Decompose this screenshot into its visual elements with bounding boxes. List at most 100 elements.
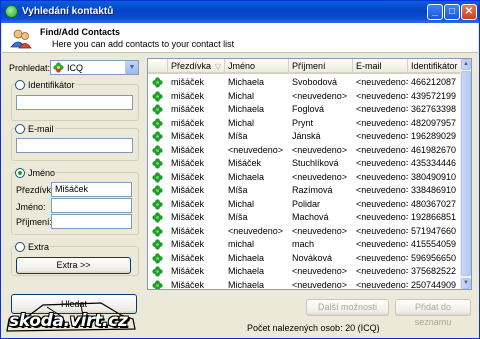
table-cell: 480367027 [411, 198, 457, 209]
table-row[interactable]: mišáček Michaela Foglová <neuvedeno> 3627633… [148, 103, 461, 117]
table-cell: <neuvedeno> [356, 90, 408, 101]
extra-button[interactable]: Extra >> [16, 257, 131, 274]
clover-icon [152, 104, 163, 115]
clover-icon [152, 279, 163, 289]
radio-circle[interactable] [15, 79, 25, 90]
first-name-label: Jméno: [16, 202, 46, 212]
sort-icon: ▽ [214, 62, 221, 71]
table-cell: <neuvedeno> [292, 144, 348, 155]
dialog-header: Find/Add Contacts Here you can add conta… [2, 23, 478, 53]
table-cell: 362763398 [411, 104, 457, 114]
table-row[interactable]: Mišáček Michaela <neuvedeno> <neuvedeno> 380… [148, 171, 461, 185]
clover-icon [152, 117, 163, 129]
table-row[interactable]: mišáček Michal <neuvedeno> <neuvedeno> 43957… [148, 90, 461, 104]
table-cell: Prynt [292, 117, 314, 128]
table-cell: 250744909 [411, 279, 457, 290]
table-cell: <neuvedeno> [356, 158, 408, 168]
email-label: E-mail [27, 124, 55, 134]
table-cell: mach [292, 239, 315, 249]
table-cell: Michaela [228, 171, 265, 182]
table-cell: Nováková [292, 252, 333, 263]
table-cell: Mišáček [171, 158, 205, 168]
table-cell: Michal [228, 90, 255, 101]
clover-icon [152, 144, 163, 156]
table-cell: <neuvedeno> [356, 266, 408, 276]
identifier-radio[interactable]: Identifikátor [15, 79, 76, 91]
table-cell: mišáček [171, 117, 205, 128]
extra-radio[interactable]: Extra [15, 241, 51, 253]
scroll-down-icon[interactable]: ▼ [461, 278, 471, 289]
table-cell: Mišáček [171, 131, 205, 141]
name-radio[interactable]: Jméno [15, 167, 57, 179]
column-header-first-name[interactable]: Jméno [225, 59, 289, 74]
add-to-list-button[interactable]: Přidat do seznamu [395, 299, 471, 327]
minimize-button[interactable]: _ [427, 4, 443, 20]
table-cell: Mišáček [171, 144, 205, 155]
vertical-scrollbar[interactable]: ▲ ▼ [460, 59, 471, 289]
table-cell: Míša [228, 185, 248, 195]
network-select[interactable]: ICQ ▼ [50, 60, 139, 75]
table-row[interactable]: Mišáček Michal Polidar <neuvedeno> 480367027 [148, 198, 461, 212]
header-subtitle: Here you can add contacts to your contac… [52, 39, 235, 49]
identifier-input[interactable] [16, 95, 133, 110]
table-row[interactable]: Mišáček Michaela <neuvedeno> <neuvedeno> 375… [148, 265, 461, 279]
results-table[interactable]: Přezdívka ▽ Jméno Příjmení E-mail Identi… [147, 58, 472, 290]
last-name-input[interactable] [51, 214, 132, 229]
scroll-thumb[interactable] [461, 71, 471, 276]
table-row[interactable]: Mišáček Michaela <neuvedeno> <neuvedeno> 250… [148, 279, 461, 290]
table-cell: <neuvedeno> [356, 252, 408, 263]
column-header-last-name[interactable]: Příjmení [289, 59, 353, 74]
table-row[interactable]: mišáček Michal Prynt <neuvedeno> 482097957 [148, 117, 461, 131]
network-value: ICQ [67, 63, 84, 73]
table-cell: Mišáček [171, 198, 205, 209]
table-row[interactable]: Mišáček Michaela Nováková <neuvedeno> 596956… [148, 252, 461, 266]
column-header-email[interactable]: E-mail [353, 59, 408, 74]
more-options-button[interactable]: Další možnosti [306, 299, 389, 316]
nick-input[interactable]: Mišáček [51, 182, 132, 197]
clover-icon [152, 90, 163, 102]
table-cell: Michaela [228, 104, 265, 114]
table-cell: Michal [228, 117, 255, 128]
scroll-up-icon[interactable]: ▲ [461, 59, 471, 70]
table-body: mišáček Michaela Svobodová <neuvedeno> 46621… [148, 76, 461, 290]
radio-circle[interactable] [15, 241, 25, 252]
table-cell: <neuvedeno> [292, 279, 348, 290]
last-name-label: Příjmení: [16, 217, 53, 227]
radio-circle[interactable] [15, 167, 25, 178]
close-button[interactable]: ✕ [461, 4, 477, 20]
table-cell: <neuvedeno> [356, 225, 408, 236]
email-input[interactable] [16, 138, 133, 153]
column-header-nick[interactable]: Přezdívka ▽ [168, 59, 225, 74]
clover-icon [152, 185, 163, 196]
email-radio[interactable]: E-mail [15, 123, 55, 135]
table-row[interactable]: Mišáček michal mach <neuvedeno> 415554059 [148, 238, 461, 252]
table-cell: 380490910 [411, 171, 457, 182]
maximize-button[interactable]: □ [444, 4, 460, 20]
table-cell: Míša [228, 131, 248, 141]
radio-circle[interactable] [15, 123, 25, 134]
table-cell: 435334446 [411, 158, 457, 168]
table-cell: <neuvedeno> [356, 77, 408, 87]
table-cell: 482097957 [411, 117, 457, 128]
table-row[interactable]: Mišáček Míša Machová <neuvedeno> 192866851 [148, 211, 461, 225]
title-bar[interactable]: Vyhledání kontaktů _ □ ✕ [1, 1, 479, 23]
table-row[interactable]: Mišáček Míša Jánská <neuvedeno> 196289029 [148, 130, 461, 144]
table-cell: <neuvedeno> [356, 144, 408, 155]
table-cell: Michaela [228, 252, 265, 263]
table-row[interactable]: Mišáček <neuvedeno> <neuvedeno> <neuvedeno>… [148, 144, 461, 158]
column-header-identifier[interactable]: Identifikátor [408, 59, 461, 74]
icon-column-header[interactable] [148, 59, 168, 74]
clover-icon [152, 77, 163, 88]
table-row[interactable]: mišáček Michaela Svobodová <neuvedeno> 46621… [148, 76, 461, 90]
table-cell: <neuvedeno> [356, 185, 408, 195]
table-cell: michal [228, 239, 255, 249]
table-cell: <neuvedeno> [356, 239, 408, 249]
chevron-down-icon[interactable]: ▼ [125, 61, 138, 74]
table-row[interactable]: Mišáček Mišáček Stuchlíková <neuvedeno> 4353… [148, 157, 461, 171]
first-name-input[interactable] [51, 198, 132, 213]
table-row[interactable]: Mišáček Míša Razímová <neuvedeno> 338486910 [148, 184, 461, 198]
table-row[interactable]: Mišáček <neuvedeno> <neuvedeno> <neuvedeno>… [148, 225, 461, 239]
table-cell: <neuvedeno> [356, 171, 408, 182]
table-cell: Polidar [292, 198, 321, 209]
table-cell: Razímová [292, 185, 333, 195]
